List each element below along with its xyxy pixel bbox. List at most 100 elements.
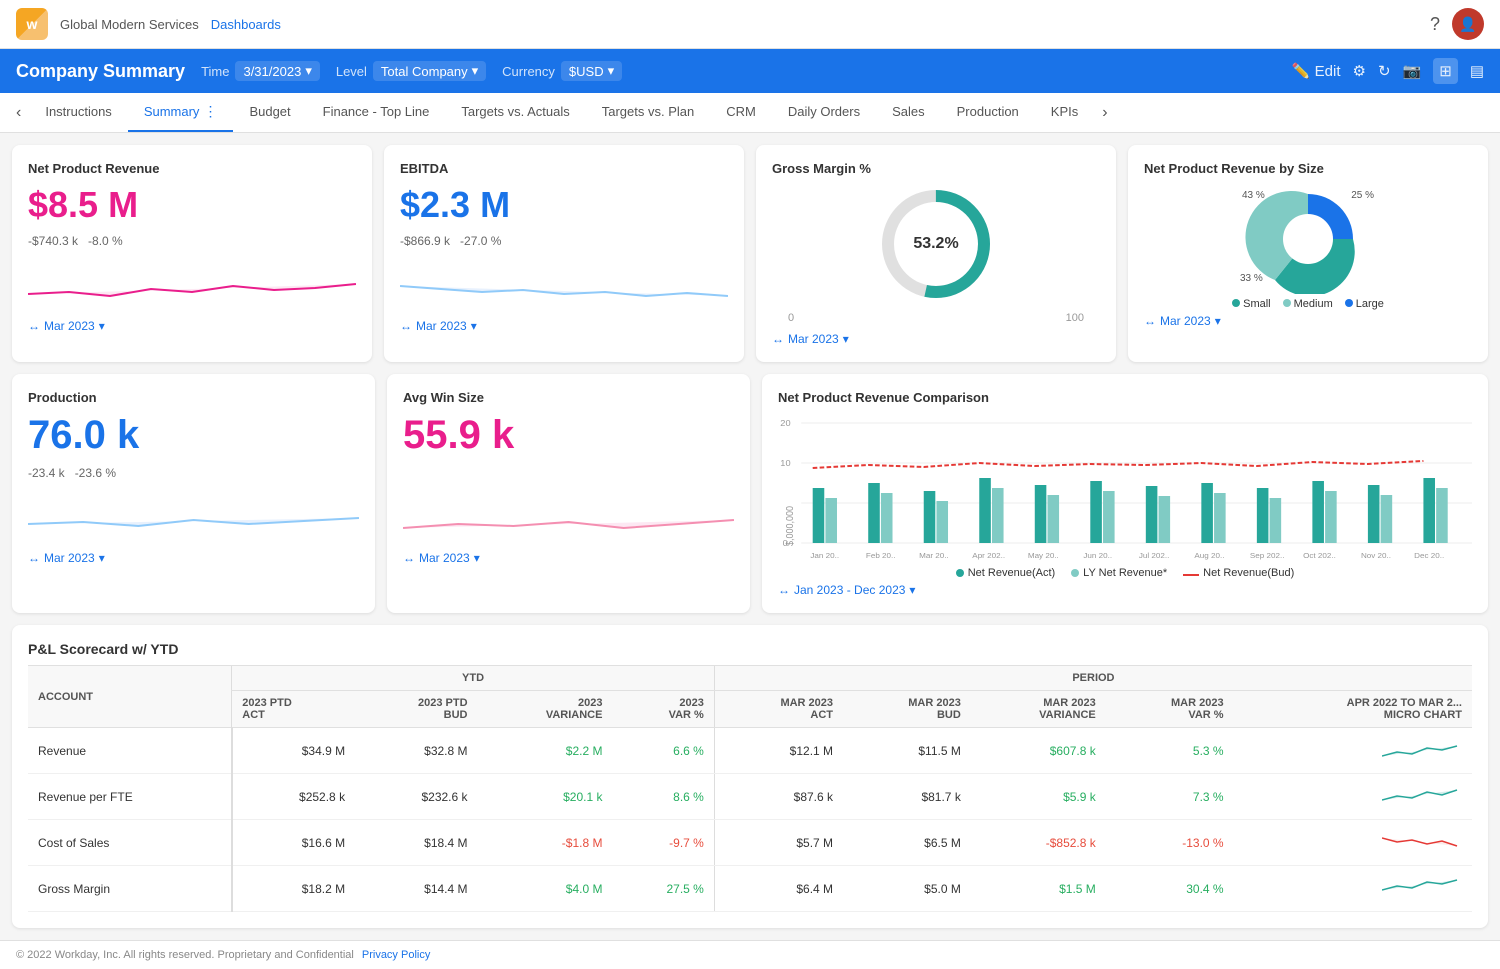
card-revenue-by-size: Net Product Revenue by Size 25 % 43 % 33 bbox=[1128, 145, 1488, 362]
edit-button[interactable]: ✏️ Edit bbox=[1292, 62, 1341, 80]
donut-label: 53.2% bbox=[913, 235, 958, 253]
col-ytd-bud: 2023 PTDBUD bbox=[355, 691, 477, 728]
svg-text:Sep 202..: Sep 202.. bbox=[1250, 552, 1285, 560]
ytd-bud: $32.8 M bbox=[355, 728, 477, 774]
micro-chart bbox=[1234, 774, 1472, 820]
col-per-var: MAR 2023VARIANCE bbox=[971, 691, 1106, 728]
account-name: Revenue bbox=[28, 728, 232, 774]
copyright: © 2022 Workday, Inc. All rights reserved… bbox=[16, 949, 354, 961]
kpi-value: $2.3 M bbox=[400, 184, 728, 226]
tab-sales[interactable]: Sales bbox=[876, 94, 941, 131]
tabs-prev-button[interactable]: ‹ bbox=[8, 96, 29, 130]
svg-text:Feb 20..: Feb 20.. bbox=[866, 552, 896, 560]
per-bud: $5.0 M bbox=[843, 866, 971, 912]
period-selector[interactable]: ↔Mar 2023▾ bbox=[772, 332, 1100, 346]
kpi-delta bbox=[403, 466, 734, 480]
tabs-next-button[interactable]: › bbox=[1094, 96, 1115, 130]
tab-daily-orders[interactable]: Daily Orders bbox=[772, 94, 876, 131]
per-var: -$852.8 k bbox=[971, 820, 1106, 866]
period-selector[interactable]: ↔Mar 2023▾ bbox=[403, 551, 734, 565]
per-varp: -13.0 % bbox=[1106, 820, 1234, 866]
svg-text:Mar 20..: Mar 20.. bbox=[919, 552, 949, 560]
sparkline-chart bbox=[403, 496, 734, 536]
ytd-varp: 6.6 % bbox=[612, 728, 714, 774]
period-selector[interactable]: ↔Mar 2023▾ bbox=[400, 319, 728, 333]
card-title: Production bbox=[28, 390, 359, 405]
ytd-bud: $14.4 M bbox=[355, 866, 477, 912]
tab-production[interactable]: Production bbox=[941, 94, 1035, 131]
currency-value[interactable]: $USD ▾ bbox=[561, 61, 622, 81]
kpi-value: 55.9 k bbox=[403, 413, 734, 458]
chevron-down-icon: ▾ bbox=[305, 63, 312, 79]
user-avatar[interactable]: 👤 bbox=[1452, 8, 1484, 40]
level-value[interactable]: Total Company ▾ bbox=[373, 61, 486, 81]
per-varp: 7.3 % bbox=[1106, 774, 1234, 820]
help-icon[interactable]: ? bbox=[1430, 14, 1440, 35]
legend-net-revenue-bud: Net Revenue(Bud) bbox=[1183, 567, 1294, 579]
per-act: $87.6 k bbox=[714, 774, 843, 820]
main-content: Net Product Revenue $8.5 M -$740.3 k -8.… bbox=[0, 133, 1500, 940]
tab-summary[interactable]: Summary ⋮ bbox=[128, 93, 234, 132]
per-bud: $11.5 M bbox=[843, 728, 971, 774]
nav-right: ? 👤 bbox=[1430, 8, 1484, 40]
period-selector[interactable]: ↔Mar 2023▾ bbox=[1144, 314, 1472, 328]
svg-text:Apr 202..: Apr 202.. bbox=[972, 552, 1005, 560]
ytd-varp: -9.7 % bbox=[612, 820, 714, 866]
account-name: Gross Margin bbox=[28, 866, 232, 912]
kpi-delta: -$866.9 k -27.0 % bbox=[400, 234, 728, 248]
ytd-var: $4.0 M bbox=[478, 866, 613, 912]
col-ytd-act: 2023 PTDACT bbox=[232, 691, 355, 728]
card-net-product-revenue: Net Product Revenue $8.5 M -$740.3 k -8.… bbox=[12, 145, 372, 362]
refresh-icon[interactable]: ↻ bbox=[1378, 62, 1391, 80]
svg-text:Jun 20..: Jun 20.. bbox=[1083, 552, 1112, 560]
account-name: Revenue per FTE bbox=[28, 774, 232, 820]
tab-crm[interactable]: CRM bbox=[710, 94, 772, 131]
per-bud: $81.7 k bbox=[843, 774, 971, 820]
tab-budget[interactable]: Budget bbox=[233, 94, 306, 131]
period-selector[interactable]: ↔Mar 2023▾ bbox=[28, 551, 359, 565]
per-varp: 5.3 % bbox=[1106, 728, 1234, 774]
svg-text:Oct 202..: Oct 202.. bbox=[1303, 552, 1336, 560]
svg-text:Jan 20..: Jan 20.. bbox=[810, 552, 839, 560]
period-selector[interactable]: ↔Jan 2023 - Dec 2023▾ bbox=[778, 583, 1472, 597]
legend-net-revenue-act: Net Revenue(Act) bbox=[956, 567, 1055, 579]
donut-min: 0 bbox=[788, 312, 794, 324]
tab-finance-top-line[interactable]: Finance - Top Line bbox=[307, 94, 446, 131]
dashboards-link[interactable]: Dashboards bbox=[211, 17, 281, 32]
micro-chart bbox=[1234, 866, 1472, 912]
table-row: Revenue per FTE $252.8 k $232.6 k $20.1 … bbox=[28, 774, 1472, 820]
tab-targets-actuals[interactable]: Targets vs. Actuals bbox=[445, 94, 585, 131]
per-bud: $6.5 M bbox=[843, 820, 971, 866]
per-var: $5.9 k bbox=[971, 774, 1106, 820]
scorecard-card: P&L Scorecard w/ YTD ACCOUNT YTD PERIOD … bbox=[12, 625, 1488, 928]
col-ytd-varp: 2023VAR % bbox=[612, 691, 714, 728]
account-name: Cost of Sales bbox=[28, 820, 232, 866]
pl-table: ACCOUNT YTD PERIOD 2023 PTDACT 2023 PTDB… bbox=[28, 665, 1472, 912]
header-bar: Company Summary Time 3/31/2023 ▾ Level T… bbox=[0, 49, 1500, 93]
chevron-down-icon: ▾ bbox=[472, 63, 479, 79]
card-gross-margin: Gross Margin % 53.2% 0 100 ↔Mar 2023▾ bbox=[756, 145, 1116, 362]
card-title: Gross Margin % bbox=[772, 161, 1100, 176]
per-act: $5.7 M bbox=[714, 820, 843, 866]
tab-kpis[interactable]: KPIs bbox=[1035, 94, 1094, 131]
kpi-value: 76.0 k bbox=[28, 413, 359, 458]
time-value[interactable]: 3/31/2023 ▾ bbox=[235, 61, 319, 81]
table-row: Gross Margin $18.2 M $14.4 M $4.0 M 27.5… bbox=[28, 866, 1472, 912]
svg-text:May 20..: May 20.. bbox=[1028, 552, 1059, 560]
legend-ly-net-revenue: LY Net Revenue* bbox=[1071, 567, 1167, 579]
filter-icon[interactable]: ⚙ bbox=[1353, 62, 1366, 80]
svg-text:20: 20 bbox=[780, 419, 790, 428]
ytd-varp: 27.5 % bbox=[612, 866, 714, 912]
card-ebitda: EBITDA $2.3 M -$866.9 k -27.0 % ↔Mar 202… bbox=[384, 145, 744, 362]
col-ytd-var: 2023VARIANCE bbox=[478, 691, 613, 728]
tab-targets-plan[interactable]: Targets vs. Plan bbox=[586, 94, 711, 131]
list-icon[interactable]: ▤ bbox=[1470, 62, 1484, 80]
svg-text:Aug 20..: Aug 20.. bbox=[1194, 552, 1224, 560]
tab-instructions[interactable]: Instructions bbox=[29, 94, 127, 131]
per-var: $1.5 M bbox=[971, 866, 1106, 912]
camera-icon[interactable]: 📷 bbox=[1403, 62, 1422, 80]
grid-icon[interactable]: ⊞ bbox=[1433, 58, 1458, 84]
period-selector[interactable]: ↔Mar 2023▾ bbox=[28, 319, 356, 333]
privacy-policy-link[interactable]: Privacy Policy bbox=[362, 949, 430, 961]
svg-text:0: 0 bbox=[783, 539, 788, 548]
